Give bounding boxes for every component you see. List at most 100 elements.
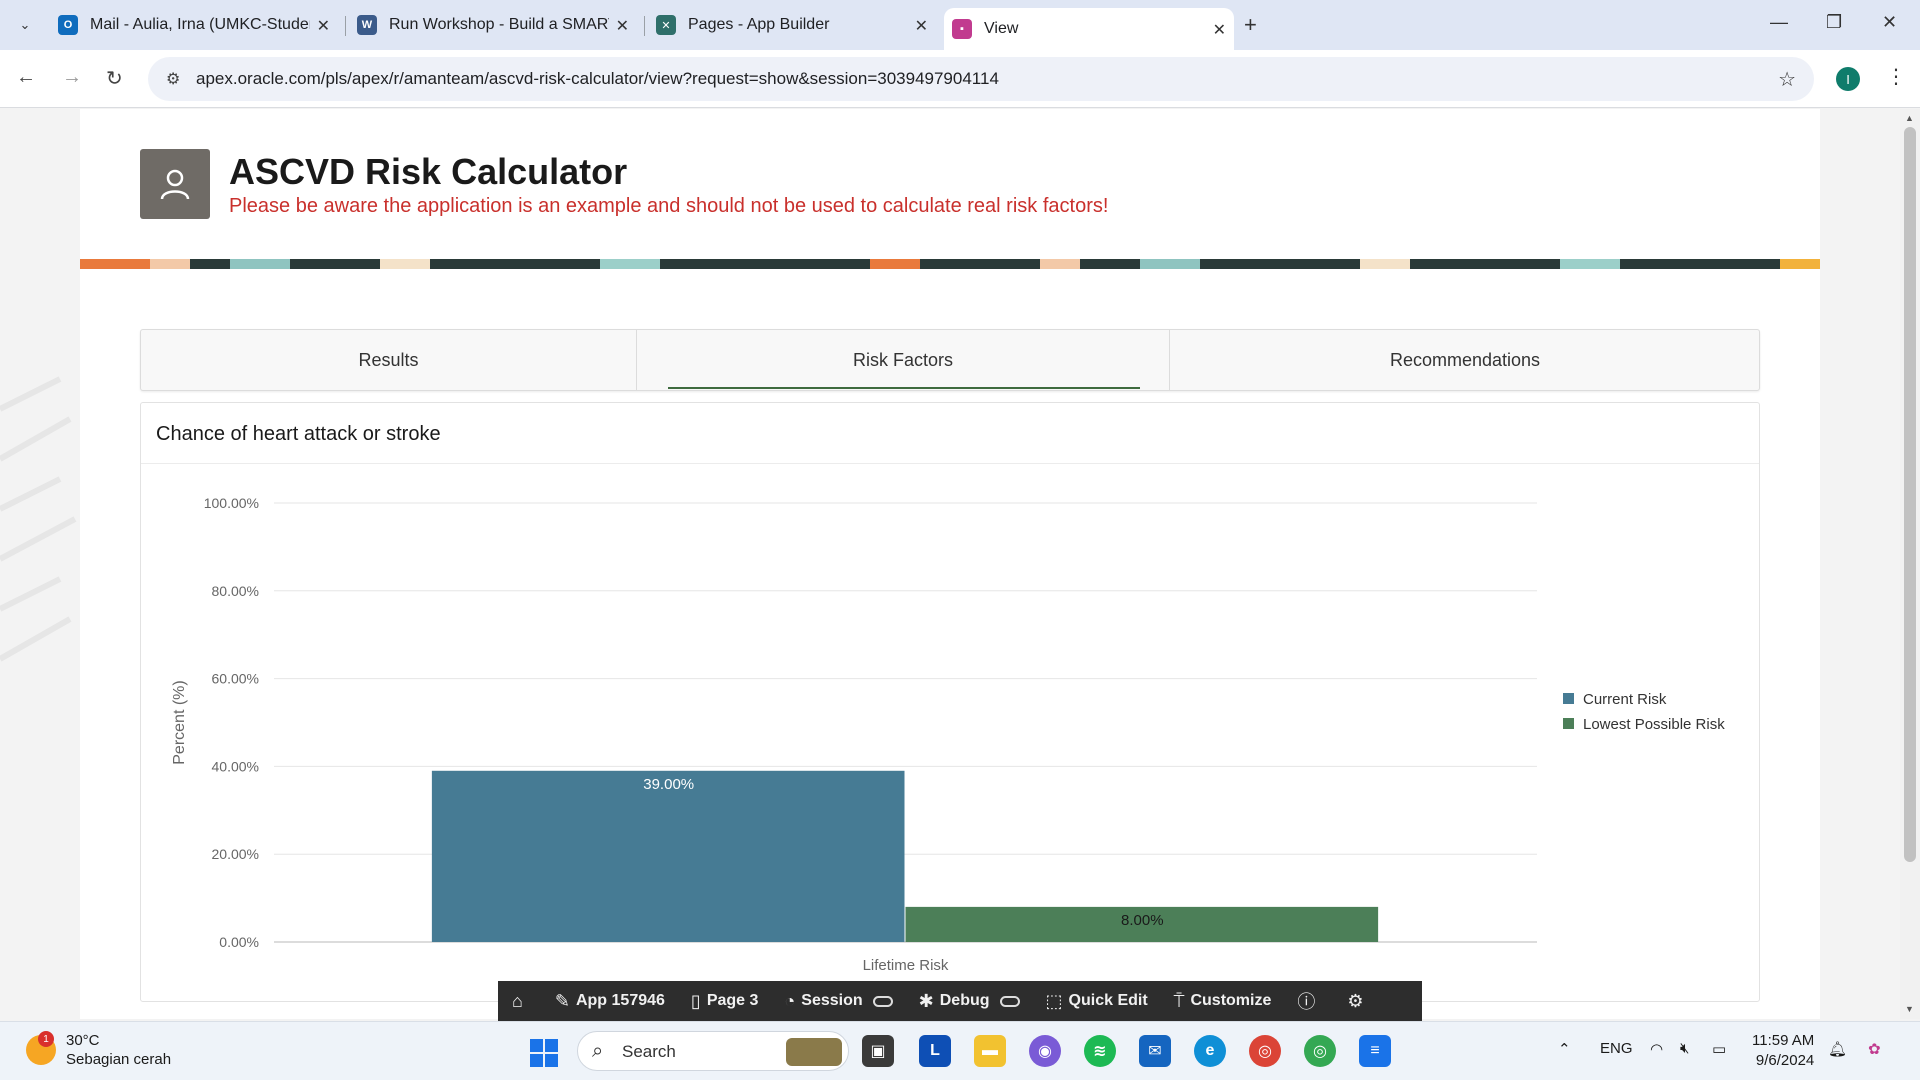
y-tick-label: 20.00% [212,846,259,862]
spotify-icon[interactable]: ≋ [1084,1035,1116,1067]
copilot-icon[interactable]: ◉ [1029,1035,1061,1067]
y-tick-label: 0.00% [219,934,259,950]
system-clock[interactable]: 11:59 AM 9/6/2024 [1752,1031,1814,1071]
paint-roller-icon: ⍑ [1173,990,1185,1011]
close-tab-icon[interactable]: ✕ [616,16,629,36]
site-info-icon[interactable]: ⚙ [166,69,180,89]
address-bar[interactable]: ⚙ apex.oracle.com/pls/apex/r/amanteam/as… [148,57,1814,101]
chart-title: Chance of heart attack or stroke [156,423,441,445]
chrome-icon[interactable]: ◎ [1249,1035,1281,1067]
minimize-icon[interactable]: — [1770,12,1788,33]
y-axis-title: Percent (%) [171,680,188,764]
dev-session-button[interactable]: ◔ Session [784,990,893,1012]
back-arrow-icon[interactable]: ← [16,66,36,89]
weather-widget[interactable]: 1 30°C Sebagian cerah [26,1031,171,1069]
copilot-tray-icon[interactable]: ✿ [1868,1040,1881,1058]
close-tab-icon[interactable]: ✕ [915,16,928,36]
tab-risk-factors[interactable]: Risk Factors [637,330,1170,390]
browser-tab-pages[interactable]: ✕ Pages - App Builder ✕ [656,8,936,42]
mail-icon[interactable]: ✉ [1139,1035,1171,1067]
browser-menu-icon[interactable]: ⋮ [1886,64,1906,89]
info-icon: ⓘ [1297,992,1316,1012]
volume-muted-icon[interactable]: 🔇︎ [1680,1040,1689,1057]
edge-icon[interactable]: e [1194,1035,1226,1067]
page-icon: ▯ [690,990,701,1011]
dev-session-label: Session [801,992,863,1009]
close-window-icon[interactable]: ✕ [1882,12,1897,33]
scrollbar-thumb[interactable] [1904,127,1916,862]
profile-avatar[interactable]: I [1836,67,1860,91]
wifi-icon[interactable]: ◠ [1650,1040,1663,1058]
app-builder-icon: ✕ [656,15,676,35]
close-tab-icon[interactable]: ✕ [317,16,330,36]
tab-search-chevron-icon[interactable]: ⌄ [12,12,38,38]
tab-separator [644,16,645,36]
search-icon: ⌕ [592,1040,604,1062]
new-tab-plus-icon[interactable]: + [1244,12,1257,38]
dev-settings-button[interactable]: ⚙ [1347,991,1369,1012]
tab-separator [345,16,346,36]
search-highlight-image [786,1038,842,1066]
clock-date: 9/6/2024 [1755,1052,1815,1069]
language-indicator[interactable]: ENG [1600,1040,1633,1057]
lexicon-app-icon[interactable]: L [919,1035,951,1067]
dev-info-button[interactable]: ⓘ [1297,988,1321,1014]
tab-label: Mail - Aulia, Irna (UMKC-Studen [90,16,310,33]
y-tick-label: 100.00% [204,495,259,511]
weather-desc: Sebagian cerah [66,1051,172,1068]
bookmark-star-icon[interactable]: ☆ [1778,67,1796,92]
windows-taskbar: 1 30°C Sebagian cerah ⌕ Search ▣ L ▬ ◉ ≋… [0,1021,1920,1080]
show-hidden-icons-chevron-icon[interactable]: ⌃ [1558,1040,1571,1058]
task-view-icon[interactable]: ▣ [862,1035,894,1067]
close-tab-icon[interactable]: ✕ [1213,20,1226,40]
bar-current-risk [431,770,905,942]
page-scrollbar[interactable]: ▲ ▼ [1900,109,1920,1019]
dev-app-button[interactable]: ✎ App 157946 [555,991,665,1012]
dev-quick-edit-button[interactable]: ⬚ Quick Edit [1046,991,1148,1012]
scroll-up-icon[interactable]: ▲ [1905,113,1914,123]
tab-recommendations[interactable]: Recommendations [1170,330,1760,390]
chart-region: Chance of heart attack or stroke 0.00% 20… [140,402,1760,1002]
notepad-icon[interactable]: ≡ [1359,1035,1391,1067]
background-pattern [0,376,77,662]
browser-tab-view[interactable]: ▪ View ✕ [944,8,1234,50]
tab-label: Run Workshop - Build a SMART [389,16,609,33]
dev-quick-edit-label: Quick Edit [1068,992,1148,1009]
scroll-down-icon[interactable]: ▼ [1905,1004,1914,1014]
x-tick-label: Lifetime Risk [863,957,949,974]
dev-page-button[interactable]: ▯ Page 3 [691,991,759,1012]
apex-view-icon: ▪ [952,19,972,39]
dev-customize-button[interactable]: ⍑ Customize [1174,991,1272,1012]
debug-toggle-icon [999,995,1020,1007]
dev-debug-button[interactable]: ✱ Debug [919,991,1020,1012]
legend-label: Lowest Possible Risk [1583,716,1725,733]
tab-results[interactable]: Results [141,330,637,390]
restore-icon[interactable]: ❐ [1826,12,1842,33]
warning-text: Please be aware the application is an ex… [229,195,1109,217]
browser-tab-workshop[interactable]: W Run Workshop - Build a SMART ✕ [357,8,637,42]
dev-home-button[interactable]: ⌂ [512,991,529,1012]
dev-page-label: Page 3 [706,992,759,1009]
session-icon: ◔ [784,990,796,1011]
weather-temp: 30°C [66,1032,100,1049]
file-explorer-icon[interactable]: ▬ [974,1035,1006,1067]
windows-start-icon[interactable] [530,1039,558,1067]
region-tabs: Results Risk Factors Recommendations [140,329,1760,391]
taskbar-search[interactable]: ⌕ Search [577,1031,849,1071]
battery-icon[interactable]: ▭ [1712,1040,1726,1058]
dev-customize-label: Customize [1190,992,1272,1009]
url-text[interactable]: apex.oracle.com/pls/apex/r/amanteam/ascv… [196,69,999,89]
y-tick-label: 60.00% [212,671,259,687]
home-icon: ⌂ [512,990,523,1011]
legend-swatch [1563,718,1574,729]
browser-toolbar: ← → ↻ ⚙ apex.oracle.com/pls/apex/r/amant… [0,50,1920,108]
clock-time: 11:59 AM [1752,1032,1815,1049]
reload-icon[interactable]: ↻ [106,66,123,91]
browser-tab-mail[interactable]: O Mail - Aulia, Irna (UMKC-Studen ✕ [58,8,338,42]
notification-bell-icon[interactable]: 🔔︎ [1828,1040,1847,1058]
dev-app-label: App 157946 [575,992,665,1009]
partly-sunny-icon: 1 [26,1031,56,1065]
forward-arrow-icon[interactable]: → [62,66,82,89]
session-toggle-icon [872,995,893,1007]
chrome-profile-icon[interactable]: ◎ [1304,1035,1336,1067]
